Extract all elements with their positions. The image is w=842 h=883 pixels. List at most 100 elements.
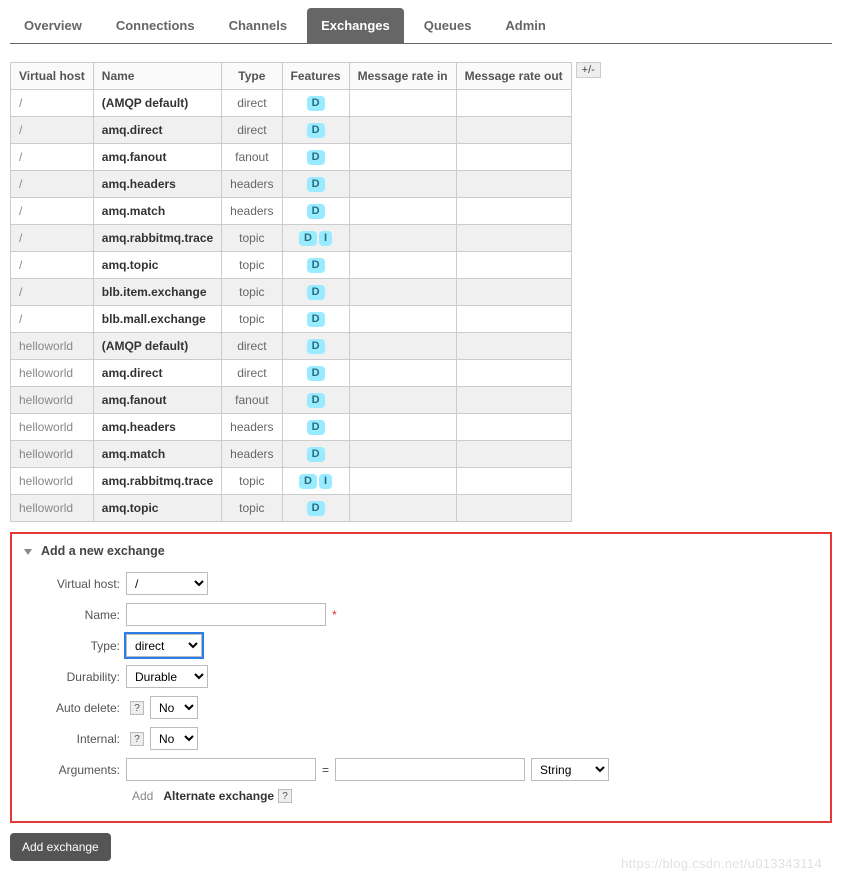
table-row: /amq.matchheadersD [11,198,572,225]
add-exchange-button[interactable]: Add exchange [10,833,111,861]
cell-rate-out [456,495,571,522]
required-mark: * [332,608,337,622]
internal-select[interactable]: No [150,727,198,750]
cell-rate-in [349,252,456,279]
section-toggle[interactable]: Add a new exchange [24,544,818,558]
cell-vhost: helloworld [11,414,94,441]
chevron-down-icon [24,549,32,555]
watermark: https://blog.csdn.net/u013343114 [621,856,822,871]
cell-name[interactable]: amq.direct [93,360,221,387]
cell-name[interactable]: amq.rabbitmq.trace [93,225,221,252]
cell-name[interactable]: blb.item.exchange [93,279,221,306]
feature-badge: D [307,150,325,165]
auto-delete-select[interactable]: No [150,696,198,719]
cell-type: topic [222,306,282,333]
feature-badge: D [307,501,325,516]
tab-exchanges[interactable]: Exchanges [307,8,404,43]
tab-channels[interactable]: Channels [215,8,302,43]
tab-admin[interactable]: Admin [491,8,559,43]
cell-rate-in [349,144,456,171]
table-row: helloworldamq.rabbitmq.tracetopicDI [11,468,572,495]
exchanges-table: Virtual host Name Type Features Message … [10,62,572,522]
arg-type-select[interactable]: String [531,758,609,781]
cell-name[interactable]: blb.mall.exchange [93,306,221,333]
feature-badge: D [307,96,325,111]
cell-vhost: helloworld [11,360,94,387]
cell-name[interactable]: amq.direct [93,117,221,144]
vhost-select[interactable]: / [126,572,208,595]
add-link[interactable]: Add [132,789,153,803]
arg-value-input[interactable] [335,758,525,781]
cell-type: topic [222,468,282,495]
cell-vhost: helloworld [11,387,94,414]
col-vhost: Virtual host [11,63,94,90]
name-input[interactable] [126,603,326,626]
cell-rate-in [349,225,456,252]
cell-features: D [282,279,349,306]
cell-rate-in [349,333,456,360]
label-arguments: Arguments: [24,763,126,777]
cell-rate-in [349,441,456,468]
feature-badge: D [307,393,325,408]
cell-vhost: helloworld [11,468,94,495]
cell-rate-out [456,225,571,252]
cell-vhost: / [11,225,94,252]
help-icon[interactable]: ? [130,732,144,746]
label-name: Name: [24,608,126,622]
label-durability: Durability: [24,670,126,684]
cell-type: headers [222,441,282,468]
cell-name[interactable]: amq.match [93,198,221,225]
cell-vhost: / [11,252,94,279]
label-auto-delete: Auto delete: [24,701,126,715]
cell-rate-in [349,171,456,198]
help-icon[interactable]: ? [130,701,144,715]
feature-badge: D [307,123,325,138]
tab-overview[interactable]: Overview [10,8,96,43]
cell-features: D [282,198,349,225]
cell-features: D [282,495,349,522]
alternate-exchange-link[interactable]: Alternate exchange [163,789,274,803]
type-select[interactable]: direct [126,634,202,657]
cell-type: headers [222,171,282,198]
cell-name[interactable]: amq.match [93,441,221,468]
table-row: helloworldamq.headersheadersD [11,414,572,441]
cell-rate-in [349,279,456,306]
cell-features: D [282,387,349,414]
cell-type: topic [222,252,282,279]
cell-vhost: / [11,198,94,225]
cell-features: D [282,144,349,171]
cell-name[interactable]: amq.topic [93,252,221,279]
equals-sign: = [322,763,329,777]
table-row: /(AMQP default)directD [11,90,572,117]
cell-name[interactable]: amq.headers [93,171,221,198]
cell-name[interactable]: (AMQP default) [93,333,221,360]
tab-queues[interactable]: Queues [410,8,486,43]
cell-rate-out [456,468,571,495]
cell-type: topic [222,225,282,252]
cell-rate-out [456,306,571,333]
table-row: /amq.directdirectD [11,117,572,144]
table-row: helloworldamq.directdirectD [11,360,572,387]
feature-badge: I [319,231,332,246]
nav-tabs: Overview Connections Channels Exchanges … [10,8,832,44]
feature-badge: I [319,474,332,489]
cell-vhost: / [11,144,94,171]
cell-features: D [282,117,349,144]
arg-key-input[interactable] [126,758,316,781]
cell-name[interactable]: amq.fanout [93,144,221,171]
cell-name[interactable]: amq.rabbitmq.trace [93,468,221,495]
help-icon[interactable]: ? [278,789,292,803]
cell-type: direct [222,90,282,117]
cell-name[interactable]: amq.headers [93,414,221,441]
cell-name[interactable]: amq.fanout [93,387,221,414]
durability-select[interactable]: Durable [126,665,208,688]
feature-badge: D [307,258,325,273]
cell-type: fanout [222,144,282,171]
table-row: helloworldamq.matchheadersD [11,441,572,468]
cell-name[interactable]: (AMQP default) [93,90,221,117]
columns-toggle-button[interactable]: +/- [576,62,601,78]
cell-type: headers [222,198,282,225]
table-row: helloworldamq.topictopicD [11,495,572,522]
tab-connections[interactable]: Connections [102,8,209,43]
cell-name[interactable]: amq.topic [93,495,221,522]
